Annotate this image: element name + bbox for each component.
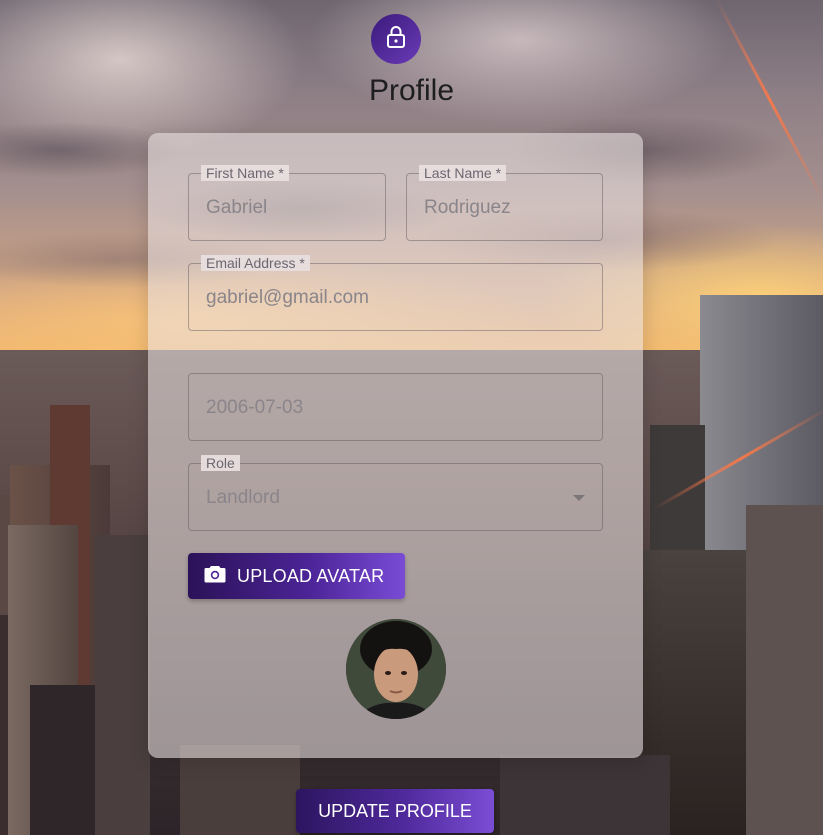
last-name-value: Rodriguez	[424, 197, 511, 218]
update-profile-button[interactable]: UPDATE PROFILE	[296, 789, 494, 833]
first-name-value: Gabriel	[206, 197, 268, 218]
update-profile-label: UPDATE PROFILE	[318, 800, 472, 821]
page-title: Profile	[368, 74, 455, 107]
email-value: gabriel@gmail.com	[206, 287, 369, 308]
birth-date-field[interactable]: 2006-07-03	[188, 373, 603, 441]
role-label: Role	[201, 455, 240, 471]
first-name-label: First Name *	[201, 165, 289, 181]
upload-avatar-label: UPLOAD AVATAR	[237, 565, 385, 586]
camera-icon	[204, 565, 226, 588]
role-value: Landlord	[206, 487, 280, 508]
lock-icon	[385, 25, 407, 54]
role-select[interactable]: Role Landlord	[188, 455, 603, 531]
first-name-field[interactable]: First Name * Gabriel	[188, 165, 386, 241]
chevron-down-icon[interactable]	[573, 495, 585, 501]
upload-avatar-button[interactable]: UPLOAD AVATAR	[188, 553, 405, 599]
email-label: Email Address *	[201, 255, 310, 271]
lock-avatar-circle	[371, 14, 421, 64]
avatar	[346, 619, 446, 719]
birth-date-value: 2006-07-03	[206, 397, 304, 418]
last-name-field[interactable]: Last Name * Rodriguez	[406, 165, 603, 241]
last-name-label: Last Name *	[419, 165, 507, 181]
email-field[interactable]: Email Address * gabriel@gmail.com	[188, 255, 603, 331]
